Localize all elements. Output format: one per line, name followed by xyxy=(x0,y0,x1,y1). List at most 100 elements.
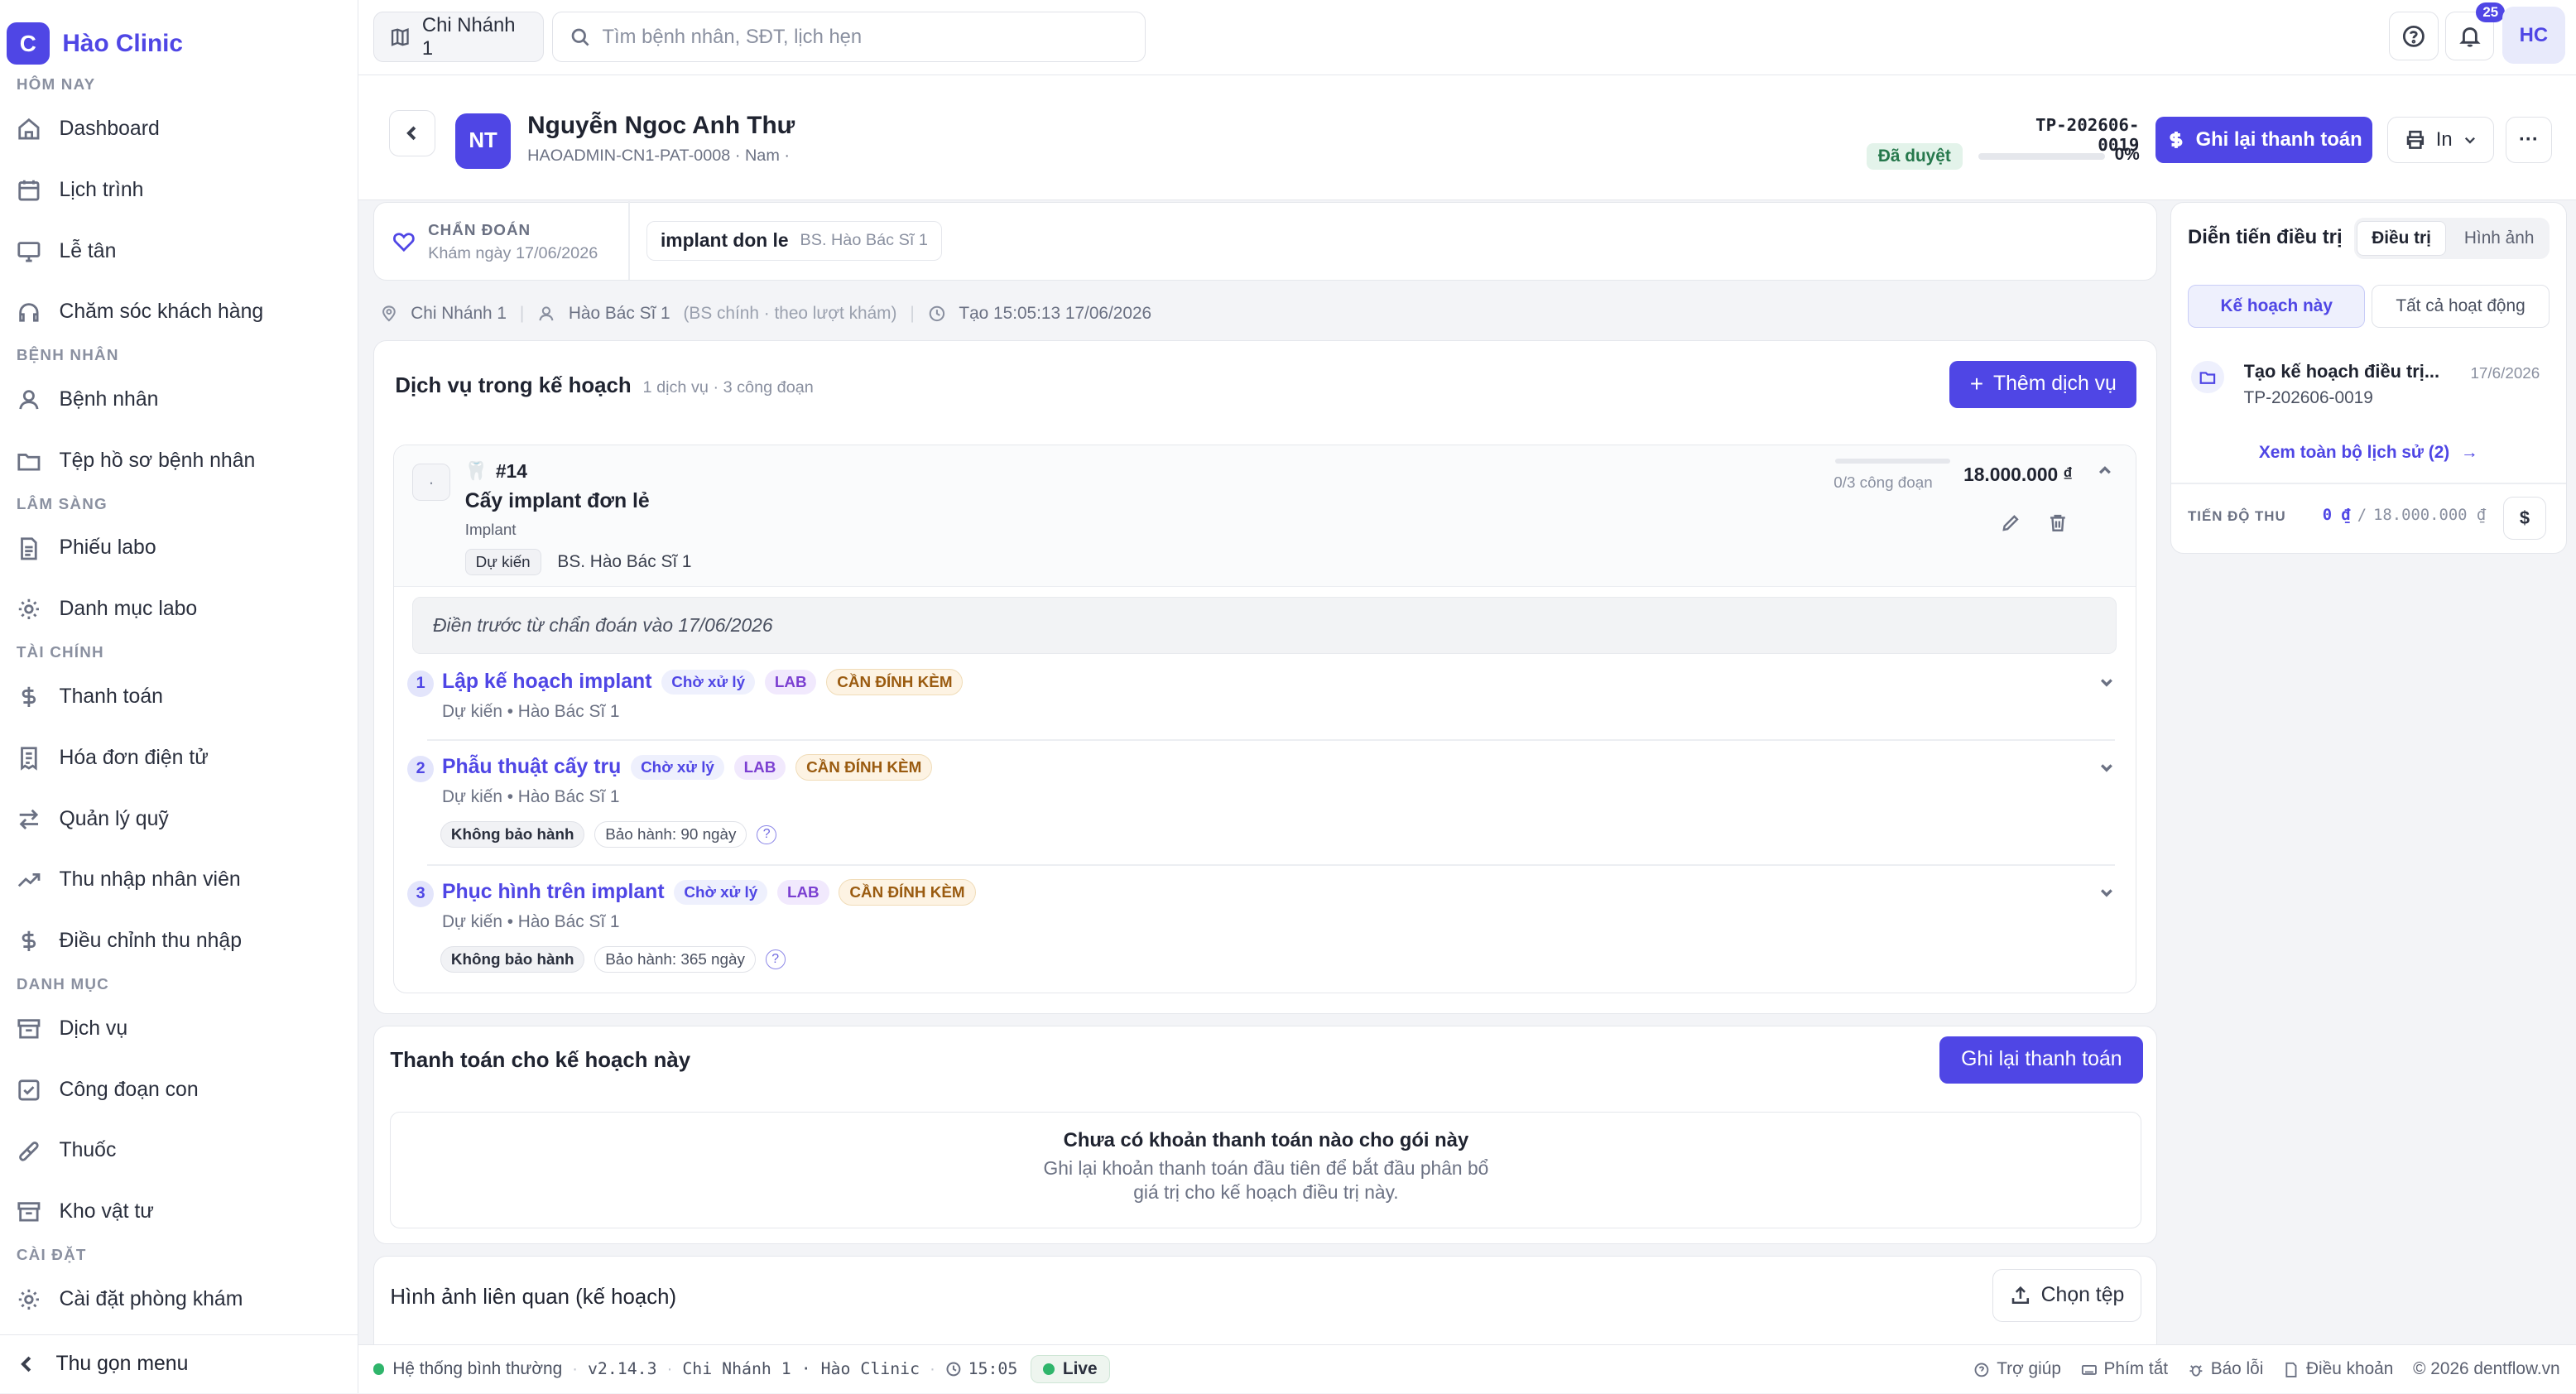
diagnosis-name: implant don le xyxy=(660,229,789,252)
live-label: Live xyxy=(1062,1358,1098,1378)
sidebar-item[interactable]: Cài đặt phòng khám xyxy=(0,1269,358,1330)
branch-label: Chi Nhánh 1 xyxy=(421,13,516,60)
print-label: In xyxy=(2435,127,2453,151)
clock-time: 15:05 xyxy=(968,1359,1018,1379)
user-avatar[interactable]: HC xyxy=(2502,6,2565,65)
more-icon: ··· xyxy=(2519,127,2539,151)
checkbox-icon xyxy=(18,1079,40,1101)
sidebar-item[interactable]: Phiếu labo xyxy=(0,518,358,579)
tab-images[interactable]: Hình ảnh xyxy=(2453,221,2546,256)
sidebar-item-label: Lịch trình xyxy=(59,178,144,201)
sidebar-section-title: LÂM SÀNG xyxy=(16,494,108,512)
sidebar-item[interactable]: Danh mục labo xyxy=(0,579,358,640)
sidebar-item[interactable]: Dashboard xyxy=(0,99,358,160)
timeline-event-marker xyxy=(2190,360,2224,394)
chevron-left-icon xyxy=(20,1356,31,1372)
app-version: v2.14.3 xyxy=(587,1359,657,1379)
more-actions-button[interactable]: ··· xyxy=(2506,116,2552,163)
filter-all-activity[interactable]: Tất cả hoạt động xyxy=(2372,285,2550,328)
add-payment-dollar-button[interactable]: $ xyxy=(2503,497,2546,541)
collapse-menu-button[interactable]: Thu gọn menu xyxy=(0,1334,358,1394)
payments-title: Thanh toán cho kế hoạch này xyxy=(390,1049,691,1073)
sidebar-item-label: Cài đặt phòng khám xyxy=(59,1287,243,1310)
help-button[interactable] xyxy=(2389,11,2439,61)
filter-this-plan[interactable]: Kế hoạch này xyxy=(2188,285,2366,328)
help-icon[interactable]: ? xyxy=(757,824,777,845)
sidebar-item[interactable]: Chăm sóc khách hàng xyxy=(0,282,358,344)
footer-link-shortcuts[interactable]: Phím tắt xyxy=(2081,1359,2168,1379)
sidebar-item[interactable]: Quản lý quỹ xyxy=(0,789,358,850)
home-icon xyxy=(18,118,40,140)
chevron-down-icon[interactable] xyxy=(2098,674,2115,690)
drag-handle[interactable]: · xyxy=(412,463,450,502)
sidebar-item[interactable]: Thuốc xyxy=(0,1121,358,1182)
sidebar-item[interactable]: Thu nhập nhân viên xyxy=(0,849,358,911)
footer-link-help[interactable]: Trợ giúp xyxy=(1973,1359,2061,1379)
chevron-down-icon[interactable] xyxy=(2098,884,2115,901)
timeline-event-title[interactable]: Tạo kế hoạch điều trị... xyxy=(2244,361,2458,382)
stage-name[interactable]: Phục hình trên implant xyxy=(442,881,665,904)
bug-icon xyxy=(2189,1364,2203,1377)
notifications-button[interactable]: 25 xyxy=(2444,2,2506,61)
sidebar-item-label: Dashboard xyxy=(59,117,160,140)
chevron-up-icon[interactable] xyxy=(2097,462,2113,478)
system-status-label: Hệ thống bình thường xyxy=(392,1358,563,1378)
back-button[interactable] xyxy=(389,109,435,156)
help-icon xyxy=(1974,1363,1989,1377)
search-box[interactable] xyxy=(551,11,1146,63)
heart-icon xyxy=(393,233,416,252)
dollar-icon: $ xyxy=(2519,507,2530,529)
print-button[interactable]: In xyxy=(2387,116,2495,163)
stage-item[interactable]: 1 Lập kế hoạch implant Chờ xử lý LAB CẦN… xyxy=(407,668,2115,736)
sidebar-item[interactable]: Điều chỉnh thu nhập xyxy=(0,911,358,972)
map-icon xyxy=(392,27,410,46)
trash-icon[interactable] xyxy=(2047,512,2069,534)
sidebar-item[interactable]: Tệp hồ sơ bệnh nhân xyxy=(0,430,358,492)
stage-item[interactable]: 3 Phục hình trên implant Chờ xử lý LAB C… xyxy=(407,878,2115,989)
help-icon[interactable]: ? xyxy=(765,949,786,970)
edit-icon[interactable] xyxy=(2000,512,2021,534)
service-doctor: BS. Hào Bác Sĩ 1 xyxy=(557,551,692,571)
stage-name[interactable]: Phẫu thuật cấy trụ xyxy=(442,756,621,779)
sidebar-item-label: Danh mục labo xyxy=(59,598,198,621)
diagnosis-chip[interactable]: implant don le BS. Hào Bác Sĩ 1 xyxy=(646,220,942,261)
history-link[interactable]: Xem toàn bộ lịch sử (2) → xyxy=(2171,443,2565,463)
stage-subtitle: Dự kiến • Hào Bác Sĩ 1 xyxy=(441,911,620,931)
chevron-down-icon[interactable] xyxy=(2098,759,2115,776)
footer-link-report-bug[interactable]: Báo lỗi xyxy=(2188,1359,2263,1379)
footer-link-report-bug-label: Báo lỗi xyxy=(2210,1359,2264,1379)
status-dot xyxy=(372,1363,385,1375)
clock-icon xyxy=(929,305,944,322)
warranty-days-chip: Bảo hành: 90 ngày xyxy=(594,821,747,848)
record-payment-button[interactable]: Ghi lại thanh toán xyxy=(2155,116,2373,163)
sidebar-item[interactable]: Hóa đơn điện tử xyxy=(0,728,358,789)
branch-selector[interactable]: Chi Nhánh 1 xyxy=(372,11,545,63)
footer-link-terms[interactable]: Điều khoản xyxy=(2283,1359,2393,1379)
payments-empty-line2: giá trị cho kế hoạch điều trị này. xyxy=(1133,1180,1399,1203)
plan-status-badge: Đã duyệt xyxy=(1866,142,1963,170)
meta-doctor-note: (BS chính · theo lượt khám) xyxy=(683,304,897,324)
sidebar-item[interactable]: Bệnh nhân xyxy=(0,369,358,430)
notification-count: 25 xyxy=(2476,2,2506,22)
sidebar-item[interactable]: Lịch trình xyxy=(0,160,358,221)
brand[interactable]: C Hào Clinic xyxy=(0,0,358,72)
sidebar-item[interactable]: Thanh toán xyxy=(0,666,358,728)
stage-name[interactable]: Lập kế hoạch implant xyxy=(442,671,652,694)
sidebar-item[interactable]: Công đoạn con xyxy=(0,1060,358,1121)
plus-icon: + xyxy=(1969,371,1984,397)
payments-empty-state: Chưa có khoản thanh toán nào cho gói này… xyxy=(390,1111,2142,1228)
choose-file-button[interactable]: Chọn tệp xyxy=(1992,1269,2142,1322)
stage-lab-badge: LAB xyxy=(764,669,817,695)
tab-treatment[interactable]: Điều trị xyxy=(2357,220,2446,256)
search-input[interactable] xyxy=(602,25,1095,49)
printer-icon xyxy=(2406,130,2425,149)
sidebar-item[interactable]: Dịch vụ xyxy=(0,998,358,1060)
add-service-button[interactable]: + Thêm dịch vụ xyxy=(1949,360,2137,409)
sidebar-item[interactable]: Kho vật tư xyxy=(0,1181,358,1243)
archive-icon xyxy=(17,1202,41,1222)
stage-item[interactable]: 2 Phẫu thuật cấy trụ Chờ xử lý LAB CẦN Đ… xyxy=(407,754,2115,864)
payments-record-button[interactable]: Ghi lại thanh toán xyxy=(1939,1036,2144,1084)
dollar-icon xyxy=(22,686,36,707)
sidebar-item[interactable]: Lễ tân xyxy=(0,221,358,282)
revenue-separator: / xyxy=(2357,507,2367,525)
